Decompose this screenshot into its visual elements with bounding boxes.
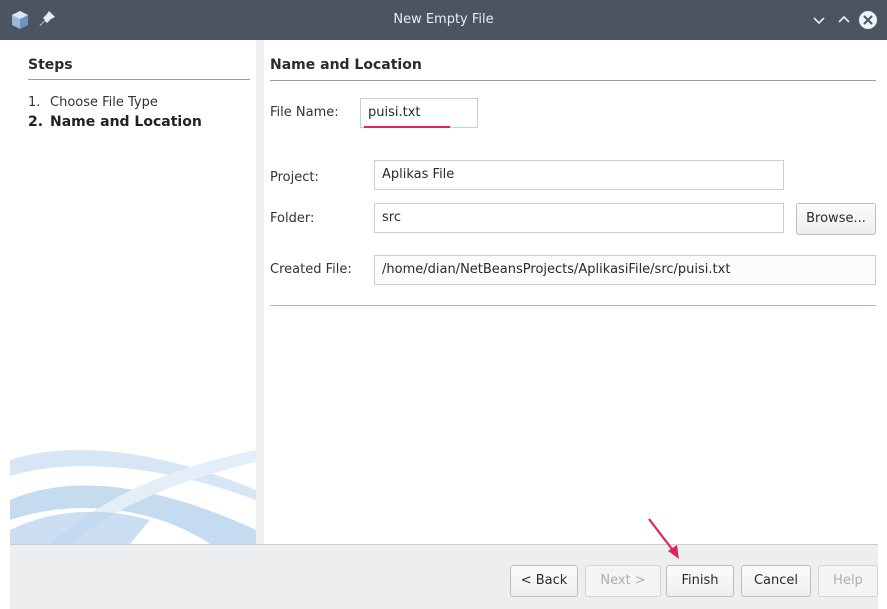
annotation-underline: [364, 126, 450, 128]
created-file-field[interactable]: /home/dian/NetBeansProjects/AplikasiFile…: [374, 255, 876, 285]
step-number: 1.: [28, 95, 41, 110]
annotation-arrow-icon: [648, 518, 679, 559]
step-label: Name and Location: [50, 114, 202, 130]
step-label: Choose File Type: [50, 95, 158, 110]
minimize-icon[interactable]: [809, 10, 829, 30]
close-icon[interactable]: [858, 10, 878, 30]
back-button[interactable]: < Back: [510, 565, 578, 597]
project-field[interactable]: Aplikas File: [374, 160, 784, 190]
step-number: 2.: [28, 114, 44, 130]
steps-divider: [28, 79, 250, 80]
steps-panel: Steps 1. Choose File Type 2. Name and Loca…: [10, 40, 256, 544]
file-name-label: File Name:: [270, 105, 339, 120]
finish-button[interactable]: Finish: [666, 565, 734, 597]
window-title: New Empty File: [393, 12, 494, 27]
created-file-label: Created File:: [270, 262, 352, 277]
step-choose-file-type: 1. Choose File Type: [28, 95, 158, 110]
wizard-decoration-graphic: [10, 450, 256, 544]
section-divider: [270, 80, 876, 81]
help-button[interactable]: Help: [818, 565, 878, 597]
step-name-and-location: 2. Name and Location: [28, 114, 202, 130]
content-divider: [270, 305, 876, 306]
folder-label: Folder:: [270, 211, 315, 226]
browse-button[interactable]: Browse...: [796, 203, 876, 235]
next-button[interactable]: Next >: [585, 565, 661, 597]
project-label: Project:: [270, 170, 319, 185]
file-name-input[interactable]: puisi.txt: [360, 98, 478, 128]
button-bar-divider: [10, 544, 878, 545]
steps-heading: Steps: [28, 57, 73, 73]
maximize-icon[interactable]: [834, 10, 854, 30]
name-location-panel: Name and Location File Name: puisi.txt P…: [264, 40, 878, 544]
title-bar[interactable]: New Empty File: [0, 0, 887, 40]
panel-divider: [256, 40, 264, 544]
cancel-button[interactable]: Cancel: [741, 565, 811, 597]
folder-input[interactable]: src: [374, 203, 784, 233]
section-heading: Name and Location: [270, 57, 422, 73]
